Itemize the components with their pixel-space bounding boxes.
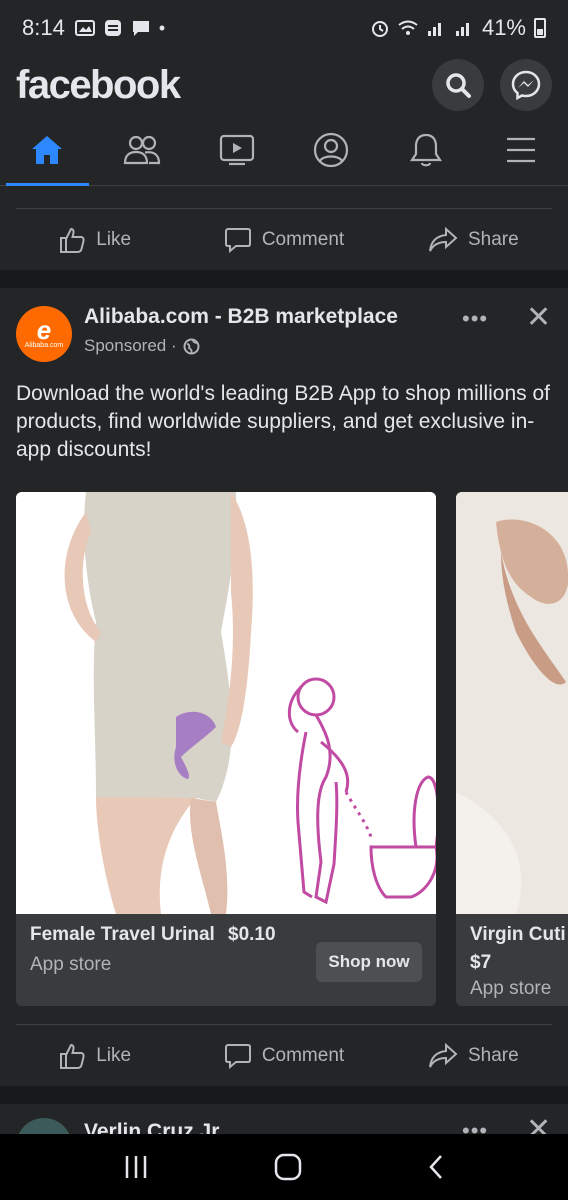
watch-icon xyxy=(219,134,254,165)
status-time: 8:14 xyxy=(22,15,65,40)
recent-apps-icon[interactable] xyxy=(122,1154,150,1180)
home-icon xyxy=(32,135,63,164)
facebook-logo: facebook xyxy=(16,62,181,107)
advertiser-avatar[interactable]: e Alibaba.com xyxy=(16,306,72,362)
system-nav-bar xyxy=(0,1134,568,1200)
product-source: App store xyxy=(30,954,112,975)
hide-post-button[interactable]: ✕ xyxy=(526,1112,551,1134)
post-text: Download the world's leading B2B App to … xyxy=(16,382,550,461)
post-meta: Sponsored · xyxy=(84,336,200,356)
profile-icon xyxy=(314,132,349,167)
gallery-notification-icon xyxy=(74,20,95,36)
share-button[interactable]: Share xyxy=(379,1043,568,1069)
search-icon xyxy=(446,73,471,98)
status-bar: 8:14 • 41% xyxy=(0,0,568,56)
post-actions: Like Comment Share xyxy=(0,1026,568,1086)
product-image[interactable] xyxy=(456,492,568,914)
hide-post-button[interactable]: ✕ xyxy=(526,300,551,335)
advertiser-name[interactable]: Alibaba.com - B2B marketplace xyxy=(84,305,398,329)
like-label: Like xyxy=(96,229,132,250)
carousel-card[interactable]: Female Travel Urinal $0.10 App store Sho… xyxy=(16,492,436,1006)
home-nav-icon[interactable] xyxy=(273,1152,303,1182)
globe-icon xyxy=(183,338,200,354)
tab-profile[interactable] xyxy=(284,114,379,185)
share-button[interactable]: Share xyxy=(379,227,568,253)
tab-watch[interactable] xyxy=(189,114,284,185)
post-options-button[interactable]: ••• xyxy=(462,1118,488,1134)
comment-icon xyxy=(224,228,251,254)
like-icon xyxy=(60,227,85,253)
share-label: Share xyxy=(467,229,519,250)
alibaba-logo-text: Alibaba.com xyxy=(24,341,64,349)
tab-home[interactable] xyxy=(0,114,95,186)
app-notification-icon xyxy=(104,20,121,36)
like-icon xyxy=(60,1043,85,1069)
divider xyxy=(16,1024,552,1025)
battery-icon xyxy=(534,18,546,38)
comment-icon xyxy=(224,1044,251,1070)
comment-label: Comment xyxy=(261,1045,345,1066)
author-name[interactable]: Verlin Cruz Jr xyxy=(84,1120,219,1134)
product-price: $0.10 xyxy=(228,924,276,945)
hamburger-menu-icon xyxy=(506,137,535,162)
divider xyxy=(16,208,552,209)
previous-post-footer: Like Comment Share xyxy=(0,186,568,270)
like-label: Like xyxy=(96,1045,132,1066)
tab-notifications[interactable] xyxy=(379,114,474,185)
battery-percent: 41% xyxy=(481,15,526,40)
alarm-icon xyxy=(371,21,388,37)
bell-icon xyxy=(409,133,443,166)
author-avatar[interactable] xyxy=(16,1118,72,1134)
like-button[interactable]: Like xyxy=(0,226,189,254)
product-title: Virgin Cuti xyxy=(470,924,566,945)
post-actions: Like Comment Share xyxy=(0,210,568,270)
share-icon xyxy=(428,227,458,252)
share-label: Share xyxy=(467,1045,519,1066)
signal-2-icon xyxy=(455,23,469,36)
messenger-button[interactable] xyxy=(500,59,552,111)
like-button[interactable]: Like xyxy=(0,1042,189,1070)
friends-icon xyxy=(123,135,161,164)
tab-friends[interactable] xyxy=(95,114,190,185)
app-header: facebook xyxy=(0,56,568,114)
post-options-button[interactable]: ••• xyxy=(462,306,488,332)
main-nav xyxy=(0,114,568,186)
messenger-icon xyxy=(511,70,541,100)
product-source: App store xyxy=(470,978,552,999)
back-icon[interactable] xyxy=(426,1153,446,1181)
comment-label: Comment xyxy=(261,229,345,250)
product-title: Female Travel Urinal xyxy=(30,924,215,945)
search-button[interactable] xyxy=(432,59,484,111)
tab-menu[interactable] xyxy=(473,114,568,185)
shop-now-button[interactable]: Shop now xyxy=(316,942,422,982)
alibaba-logo-mark: e xyxy=(36,314,52,345)
carousel-card[interactable]: Virgin Cuti $7 App store xyxy=(456,492,568,1006)
share-icon xyxy=(428,1043,458,1068)
message-notification-icon xyxy=(132,21,149,36)
next-post: Verlin Cruz Jr ••• ✕ xyxy=(0,1104,568,1134)
wifi-icon xyxy=(398,20,418,35)
product-image[interactable] xyxy=(16,492,436,914)
product-price: $7 xyxy=(470,952,492,973)
product-photo xyxy=(456,492,568,914)
product-carousel: Female Travel Urinal $0.10 App store Sho… xyxy=(16,492,568,1008)
signal-icon xyxy=(427,23,441,36)
sponsored-label[interactable]: Sponsored · xyxy=(84,336,177,356)
comment-button[interactable]: Comment xyxy=(189,226,378,254)
sponsored-post: e Alibaba.com Alibaba.com - B2B marketpl… xyxy=(0,288,568,1086)
more-notifications-dot: • xyxy=(158,17,166,38)
comment-button[interactable]: Comment xyxy=(189,1042,378,1070)
product-photo xyxy=(16,492,436,914)
